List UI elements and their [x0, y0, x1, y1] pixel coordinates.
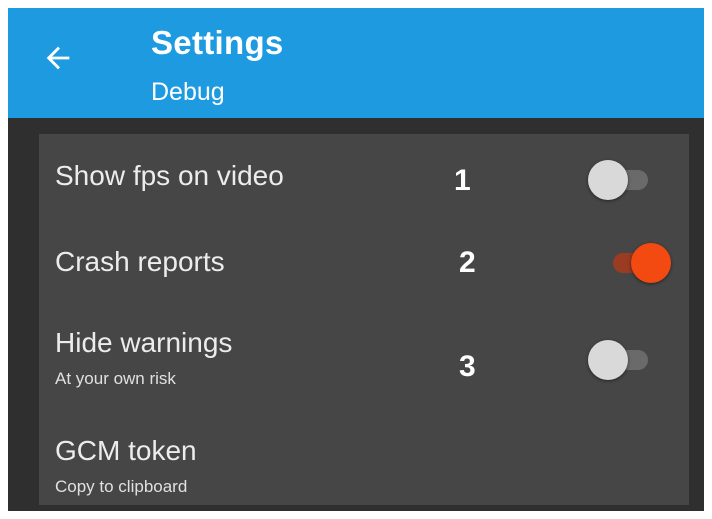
setting-sublabel: Copy to clipboard: [55, 477, 188, 496]
show-fps-toggle[interactable]: [588, 156, 654, 200]
annotation-marker: 2: [459, 246, 476, 279]
toggle-thumb: [588, 160, 628, 200]
arrow-left-icon: [46, 46, 70, 70]
back-button[interactable]: [36, 36, 80, 80]
annotation-marker: 3: [459, 350, 476, 383]
setting-label: Hide warnings: [55, 327, 233, 358]
setting-label: Crash reports: [55, 246, 225, 277]
setting-row-show-fps[interactable]: Show fps on video 1: [39, 134, 689, 222]
page-title: Settings: [151, 24, 284, 61]
setting-row-crash-reports[interactable]: Crash reports 2: [39, 222, 689, 302]
setting-label: GCM token: [55, 435, 197, 466]
setting-sublabel: At your own risk: [55, 369, 176, 388]
page-subtitle: Debug: [151, 78, 225, 106]
app-screen: Settings Debug Show fps on video 1 Crash…: [8, 8, 704, 511]
settings-list: Show fps on video 1 Crash reports 2 Hide…: [39, 134, 689, 505]
toggle-thumb: [588, 340, 628, 380]
annotation-marker: 1: [454, 164, 471, 197]
setting-row-gcm-token[interactable]: GCM token Copy to clipboard: [39, 404, 689, 505]
crash-reports-toggle[interactable]: [605, 239, 671, 283]
setting-row-hide-warnings[interactable]: Hide warnings At your own risk 3: [39, 302, 689, 404]
app-bar: Settings Debug: [8, 8, 704, 118]
toggle-thumb: [631, 243, 671, 283]
setting-label: Show fps on video: [55, 160, 284, 191]
hide-warnings-toggle[interactable]: [588, 336, 654, 380]
